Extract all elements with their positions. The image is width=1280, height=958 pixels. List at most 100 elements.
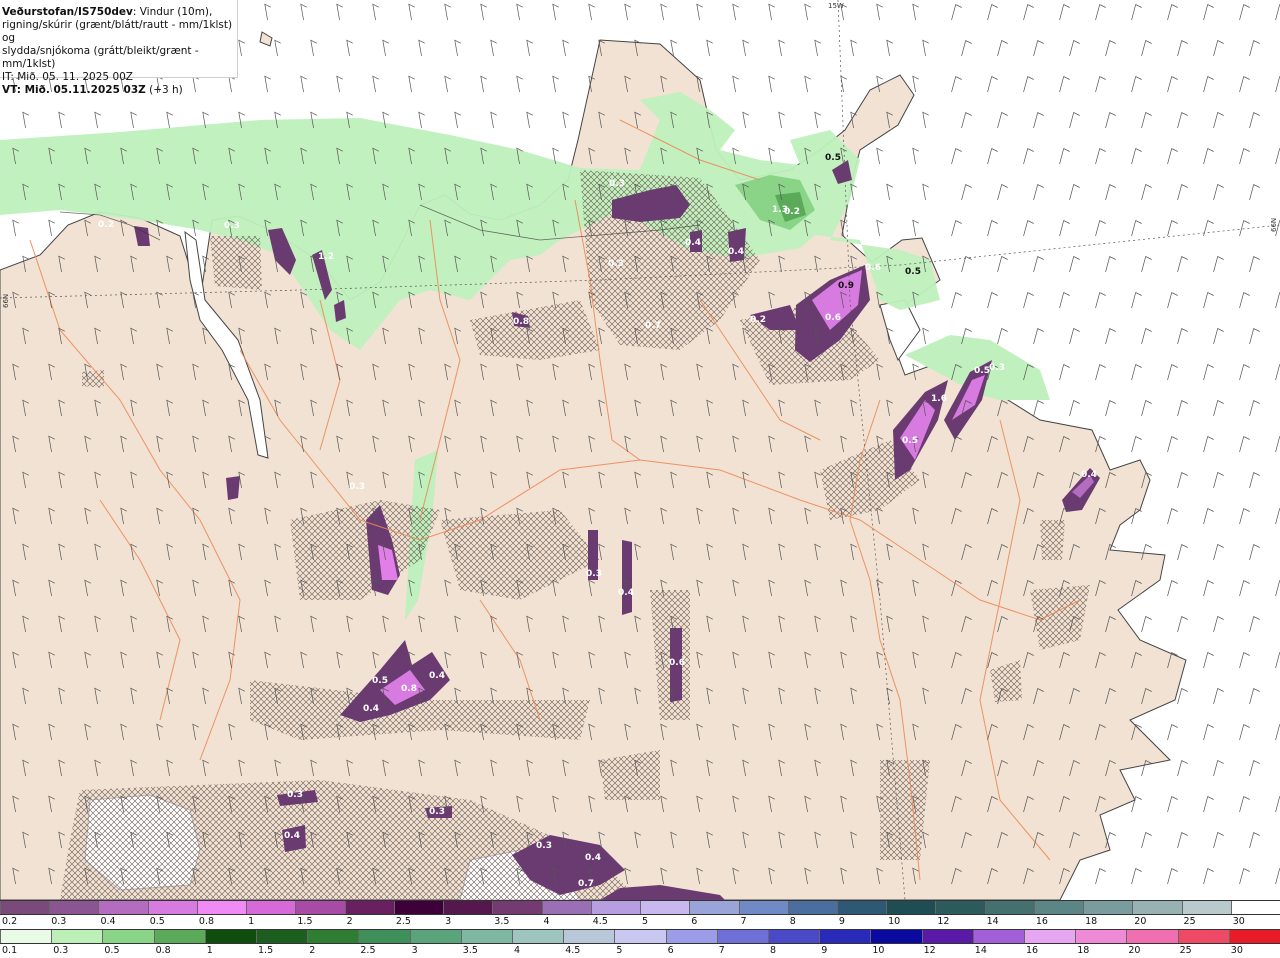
value-label: 0.6	[865, 263, 881, 273]
scale-swatch	[1181, 901, 1231, 914]
scale-swatch	[1228, 930, 1280, 943]
scale-label: 0.3	[51, 916, 67, 927]
scale-swatch	[1083, 901, 1133, 914]
issue-time: IT: Mið. 05. 11. 2025 00Z	[2, 71, 133, 83]
rain-scale: 0.1 0.3 0.5 0.8 1 1.5 2 2.5 3 3.5 4 4.5 5 6 7 8 9 10 12 14 1…	[0, 929, 1280, 957]
value-label: 0.7	[578, 879, 594, 889]
scale-label: 4	[514, 945, 521, 956]
valid-time: VT: Mið. 05.11.2025 03Z	[2, 84, 146, 96]
scale-swatch	[768, 930, 820, 943]
weather-map: 0.51.30.20.6 0.50.90.60.20.30.40.40.30.30…	[0, 0, 1280, 900]
scale-label: 1.5	[258, 945, 274, 956]
scale-label: 2	[309, 945, 316, 956]
scale-label: 25	[1179, 945, 1192, 956]
scale-label: 7	[718, 945, 725, 956]
scale-swatch	[344, 901, 394, 914]
scale-label: 1	[206, 945, 213, 956]
scale-swatch	[393, 901, 444, 914]
value-label: 0.3	[609, 179, 625, 189]
scale-label: 14	[974, 945, 987, 956]
value-label: 0.2	[784, 207, 800, 217]
scale-swatch	[256, 930, 308, 943]
scale-label: 0.8	[155, 945, 171, 956]
scale-swatch	[716, 930, 769, 943]
scale-swatch	[870, 930, 922, 943]
value-label: 0.3	[586, 569, 602, 579]
scale-swatch	[0, 901, 50, 914]
scale-label: 3.5	[462, 945, 478, 956]
scale-label: 9	[838, 916, 845, 927]
model-title: Veðurstofan/IS750dev	[2, 6, 133, 18]
value-label: 0.5	[825, 153, 841, 163]
scale-label: 4.5	[592, 916, 608, 927]
lead-time: (+3 h)	[145, 84, 183, 96]
scale-label: 0.4	[100, 916, 116, 927]
rain-scale-labels: 0.1 0.3 0.5 0.8 1 1.5 2 2.5 3 3.5 4 4.5 5 6 7 8 9 10 12 14 1…	[0, 944, 1280, 957]
scale-swatch	[836, 901, 887, 914]
scale-label: 1.5	[297, 916, 313, 927]
value-label: 0.5	[372, 676, 388, 686]
snow-colorbar	[0, 900, 1280, 915]
scale-label: 3	[411, 945, 418, 956]
scale-swatch	[1177, 930, 1229, 943]
scale-swatch	[147, 901, 197, 914]
scale-swatch	[98, 901, 148, 914]
scale-label: 0.5	[104, 945, 120, 956]
value-label: 1.2	[318, 252, 334, 262]
scale-swatch	[358, 930, 410, 943]
lon-label: 15W	[828, 2, 844, 10]
scale-swatch	[102, 930, 154, 943]
scale-swatch	[307, 930, 359, 943]
scale-swatch	[460, 930, 513, 943]
rain-colorbar	[0, 929, 1280, 944]
scale-swatch	[1033, 901, 1084, 914]
scale-swatch	[196, 901, 247, 914]
scale-label: 8	[770, 945, 777, 956]
value-label: 0.3	[989, 363, 1005, 373]
lat-label-right: 66N	[1270, 218, 1278, 232]
scale-swatch	[614, 930, 666, 943]
scale-label: 0.3	[53, 945, 69, 956]
scale-swatch	[49, 901, 99, 914]
value-label: 0.5	[905, 267, 921, 277]
scale-label: 18	[1085, 916, 1098, 927]
scale-label: 6	[667, 945, 674, 956]
scale-label: 5	[616, 945, 623, 956]
scale-swatch	[689, 901, 739, 914]
header-description-1: : Vindur (10m),	[132, 6, 213, 18]
scale-label: 2	[346, 916, 353, 927]
scale-swatch	[984, 901, 1034, 914]
scale-swatch	[246, 901, 296, 914]
value-label: 0.4	[728, 247, 744, 257]
header-line-5: VT: Mið. 05.11.2025 03Z (+3 h)	[2, 84, 237, 97]
value-label: 0.5	[974, 366, 990, 376]
snow-scale: 0.2 0.3 0.4 0.5 0.8 1 1.5 2 2.5 3 3.5 4 4.5 5 6 7 8 9 10 12…	[0, 900, 1280, 928]
scale-label: 12	[937, 916, 950, 927]
scale-swatch	[153, 930, 205, 943]
scale-swatch	[921, 930, 973, 943]
value-label: 0.3	[224, 221, 240, 231]
value-label: 0.3	[608, 259, 624, 269]
scale-swatch	[563, 930, 615, 943]
scale-label: 0.5	[149, 916, 165, 927]
scale-swatch	[1230, 901, 1280, 914]
snow-scale-labels: 0.2 0.3 0.4 0.5 0.8 1 1.5 2 2.5 3 3.5 4 4.5 5 6 7 8 9 10 12…	[0, 915, 1280, 928]
value-label: 0.4	[1081, 470, 1097, 480]
value-label: 0.6	[669, 658, 685, 668]
value-label: 0.5	[902, 436, 918, 446]
scale-swatch	[1024, 930, 1076, 943]
scale-label: 30	[1230, 945, 1243, 956]
scale-label: 12	[923, 945, 936, 956]
header-line-1: Veðurstofan/IS750dev: Vindur (10m),	[2, 6, 237, 19]
value-label: 0.4	[284, 831, 300, 841]
scale-swatch	[0, 930, 52, 943]
scale-swatch	[1132, 901, 1182, 914]
scale-swatch	[665, 930, 717, 943]
scale-label: 25	[1183, 916, 1196, 927]
scale-swatch	[886, 901, 936, 914]
value-label: 0.8	[401, 684, 417, 694]
scale-swatch	[1126, 930, 1178, 943]
scale-swatch	[640, 901, 690, 914]
scale-swatch	[935, 901, 985, 914]
value-label: 0.7	[645, 321, 661, 331]
